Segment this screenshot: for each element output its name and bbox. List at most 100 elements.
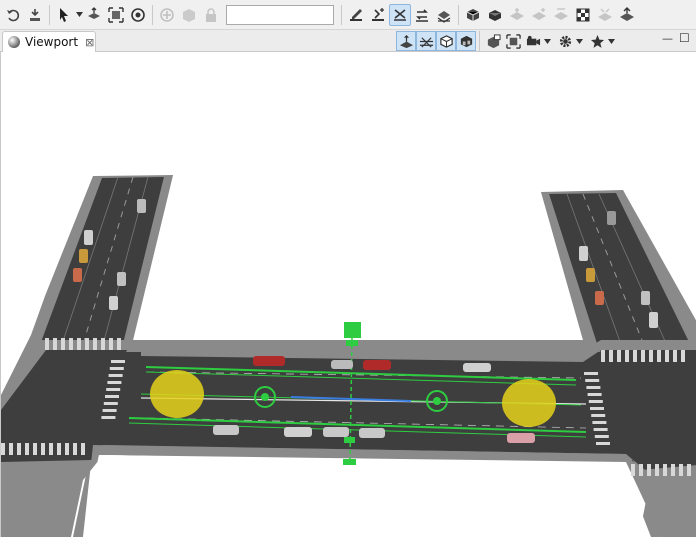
crosswalk-stripe bbox=[41, 443, 45, 455]
road-layer-icon[interactable] bbox=[433, 4, 455, 26]
crosswalk-stripe bbox=[53, 338, 57, 350]
crosswalk-stripe bbox=[617, 350, 621, 362]
road-marking-icon[interactable] bbox=[594, 4, 616, 26]
view-mode-4-icon[interactable] bbox=[456, 31, 476, 51]
crosswalk-stripe bbox=[641, 350, 645, 362]
crosswalk-stripe bbox=[590, 407, 604, 410]
crosswalk-stripe bbox=[593, 428, 608, 431]
crosswalk-stripe bbox=[681, 350, 685, 362]
crosswalk-stripe bbox=[631, 464, 635, 476]
redo-icon[interactable] bbox=[24, 4, 46, 26]
crosswalk-stripe bbox=[117, 338, 121, 350]
crosswalk-stripe bbox=[647, 464, 651, 476]
crosswalk-stripe bbox=[584, 372, 598, 375]
focus-icon[interactable] bbox=[127, 4, 149, 26]
crosswalk-stripe bbox=[639, 464, 643, 476]
toolbar-separator bbox=[341, 4, 342, 25]
crosswalk-stripe bbox=[633, 350, 637, 362]
tab-label: Viewport bbox=[25, 35, 79, 49]
box-icon[interactable] bbox=[178, 4, 200, 26]
crosswalk-stripe bbox=[102, 409, 117, 412]
select-dropdown-icon[interactable] bbox=[75, 4, 83, 26]
crosswalk-stripe bbox=[586, 386, 601, 389]
star-icon[interactable] bbox=[587, 31, 607, 51]
cube-icon[interactable] bbox=[462, 4, 484, 26]
move-icon[interactable] bbox=[83, 4, 105, 26]
camera-dropdown-icon[interactable] bbox=[543, 30, 551, 52]
crosswalk-stripe bbox=[105, 395, 119, 398]
crosswalk-stripe bbox=[73, 443, 77, 455]
crosswalk-stripe bbox=[687, 464, 691, 476]
crosswalk-stripe bbox=[591, 414, 606, 417]
signal-zone-left[interactable] bbox=[150, 370, 204, 418]
crosswalk-stripe bbox=[625, 350, 629, 362]
lane-icon[interactable] bbox=[506, 4, 528, 26]
top-block bbox=[133, 175, 583, 340]
checker-icon[interactable] bbox=[572, 4, 594, 26]
crosswalk-stripe bbox=[671, 464, 675, 476]
crosswalk-stripe bbox=[655, 464, 659, 476]
undo-icon[interactable] bbox=[2, 4, 24, 26]
select-arrow-icon[interactable] bbox=[53, 4, 75, 26]
crosswalk-stripe bbox=[596, 442, 610, 445]
road-scene bbox=[1, 175, 696, 537]
crosswalk-stripe bbox=[9, 443, 13, 455]
camera-fit-icon[interactable] bbox=[503, 31, 523, 51]
lane-merge-icon[interactable] bbox=[550, 4, 572, 26]
crosswalk-stripe bbox=[663, 464, 667, 476]
toolbar-separator bbox=[49, 4, 50, 25]
crosswalk-stripe bbox=[61, 338, 65, 350]
screenshot-icon[interactable] bbox=[483, 31, 503, 51]
lock-icon[interactable] bbox=[200, 4, 222, 26]
crosswalk-stripe bbox=[109, 338, 113, 350]
road-object-icon[interactable] bbox=[616, 4, 638, 26]
crosswalk-stripe bbox=[33, 443, 37, 455]
crosswalk-stripe bbox=[85, 338, 89, 350]
sphere-icon bbox=[8, 36, 20, 48]
crosswalk-stripe bbox=[1, 443, 5, 455]
toolbar-separator bbox=[479, 31, 480, 51]
viewport-toolbar bbox=[396, 31, 615, 51]
toolbar-separator bbox=[458, 4, 459, 25]
settings-icon[interactable] bbox=[555, 31, 575, 51]
crosswalk-stripe bbox=[77, 338, 81, 350]
crosswalk-stripe bbox=[101, 416, 116, 419]
view-mode-3-icon[interactable] bbox=[436, 31, 456, 51]
fit-view-icon[interactable] bbox=[105, 4, 127, 26]
crosswalk-stripe bbox=[25, 443, 29, 455]
view-mode-2-icon[interactable] bbox=[416, 31, 436, 51]
view-mode-1-icon[interactable] bbox=[396, 31, 416, 51]
viewport-tab-bar: Viewport ⊠ — ☐ bbox=[0, 30, 696, 52]
crosswalk-stripe bbox=[103, 402, 118, 405]
crosswalk-stripe bbox=[109, 367, 124, 370]
add-object-icon[interactable] bbox=[156, 4, 178, 26]
crosswalk-stripe bbox=[57, 443, 61, 455]
signal-zone-right[interactable] bbox=[502, 379, 556, 427]
add-road-icon[interactable] bbox=[367, 4, 389, 26]
crosswalk-stripe bbox=[17, 443, 21, 455]
edit-road-icon[interactable] bbox=[345, 4, 367, 26]
crosswalk-stripe bbox=[657, 350, 661, 362]
settings-dropdown-icon[interactable] bbox=[575, 30, 583, 52]
star-dropdown-icon[interactable] bbox=[607, 30, 615, 52]
road-link-icon[interactable] bbox=[411, 4, 433, 26]
viewport-canvas[interactable] bbox=[0, 52, 696, 537]
crosswalk-stripe bbox=[609, 350, 613, 362]
crosswalk-stripe bbox=[65, 443, 69, 455]
crosswalk-stripe bbox=[111, 360, 125, 363]
crosswalk-stripe bbox=[588, 400, 603, 403]
crosswalk-stripe bbox=[585, 379, 600, 382]
crosswalk-stripe bbox=[587, 393, 602, 396]
crosswalk-stripe bbox=[665, 350, 669, 362]
camera-icon[interactable] bbox=[523, 31, 543, 51]
cube-solid-icon[interactable] bbox=[484, 4, 506, 26]
crosswalk-stripe bbox=[49, 443, 53, 455]
road-junction-icon[interactable] bbox=[389, 3, 411, 26]
search-input[interactable] bbox=[226, 4, 334, 25]
minimize-button[interactable]: — bbox=[662, 32, 673, 45]
crosswalk-stripe bbox=[69, 338, 73, 350]
tab-viewport[interactable]: Viewport ⊠ bbox=[2, 31, 96, 52]
close-icon[interactable]: ⊠ bbox=[85, 37, 94, 48]
maximize-button[interactable]: ☐ bbox=[679, 31, 690, 45]
lane-split-icon[interactable] bbox=[528, 4, 550, 26]
